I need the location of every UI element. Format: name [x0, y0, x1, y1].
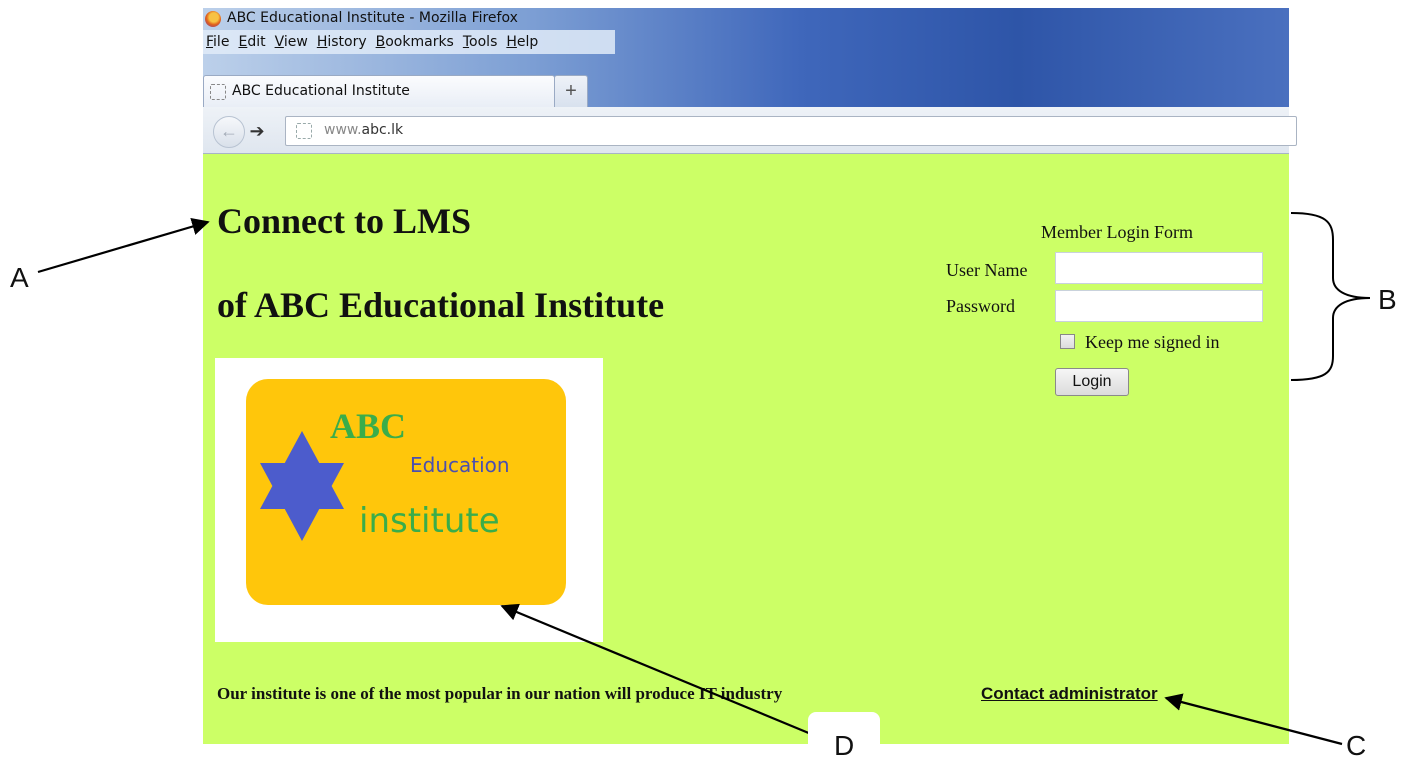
title-bar: ABC Educational Institute - Mozilla Fire…	[203, 8, 1289, 108]
arrow-a	[37, 218, 210, 274]
url-prefix: www.	[324, 122, 362, 138]
menu-history[interactable]: History	[317, 34, 367, 50]
new-tab-button[interactable]: +	[554, 75, 588, 107]
tab-title: ABC Educational Institute	[232, 83, 410, 99]
tagline-text: Our institute is one of the most popular…	[217, 684, 783, 703]
logo-card: ABC Education institute	[246, 379, 566, 605]
logo-image: ABC Education institute	[215, 358, 603, 642]
username-label: User Name	[946, 260, 1028, 280]
menu-bar: File Edit View History Bookmarks Tools H…	[203, 30, 615, 54]
menu-tools[interactable]: Tools	[463, 34, 498, 50]
callout-label-d: D	[834, 730, 855, 761]
contact-administrator-link[interactable]: Contact administrator	[981, 684, 1158, 704]
menu-edit[interactable]: Edit	[238, 34, 265, 50]
tab-abc-educational-institute[interactable]: ABC Educational Institute	[203, 75, 555, 107]
navigation-bar: ← ➔ www.abc.lk	[203, 107, 1297, 154]
url-domain: abc.lk	[361, 122, 404, 138]
logo-text-institute: institute	[359, 501, 500, 541]
login-form-title: Member Login Form	[1041, 222, 1193, 242]
menu-help[interactable]: Help	[506, 34, 538, 50]
username-input[interactable]	[1055, 252, 1263, 284]
callout-label-b: B	[1378, 284, 1397, 315]
tab-favicon-icon	[210, 84, 226, 100]
back-button[interactable]: ←	[213, 116, 245, 148]
url-bar[interactable]: www.abc.lk	[285, 116, 1297, 146]
page-heading-line1: Connect to LMS	[217, 201, 471, 241]
menu-view[interactable]: View	[275, 34, 308, 50]
keep-signed-in-checkbox[interactable]	[1060, 334, 1075, 349]
password-input[interactable]	[1055, 290, 1263, 322]
firefox-icon	[205, 11, 221, 27]
url-text[interactable]: www.abc.lk	[324, 122, 403, 138]
logo-text-abc: ABC	[330, 406, 407, 446]
page-heading-line2: of ABC Educational Institute	[217, 285, 665, 325]
menu-file[interactable]: File	[206, 34, 229, 50]
keep-signed-in-label[interactable]: Keep me signed in	[1085, 332, 1219, 353]
login-button[interactable]: Login	[1055, 368, 1129, 396]
forward-button[interactable]: ➔	[247, 119, 267, 143]
logo-text-education: Education	[410, 453, 510, 477]
password-label: Password	[946, 296, 1016, 316]
callout-label-a: A	[10, 262, 29, 293]
page-content: Connect to LMS of ABC Educational Instit…	[203, 154, 1289, 744]
menu-bookmarks[interactable]: Bookmarks	[376, 34, 454, 50]
browser-window: ABC Educational Institute - Mozilla Fire…	[203, 8, 1297, 744]
site-identity-icon	[296, 123, 312, 139]
window-title: ABC Educational Institute - Mozilla Fire…	[227, 10, 518, 26]
callout-label-c: C	[1346, 730, 1367, 761]
brace-b	[1290, 212, 1371, 381]
